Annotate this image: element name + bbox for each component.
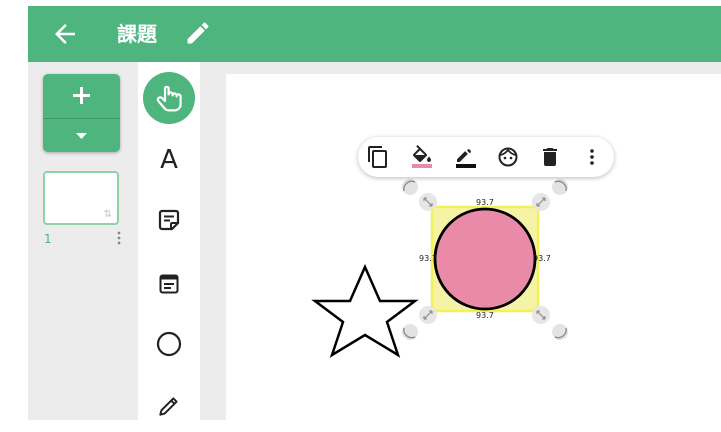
more-options-button[interactable] [580,145,604,169]
rotate-handle-top-right[interactable] [552,179,568,195]
trash-icon [543,148,557,166]
sticker-button[interactable] [496,145,520,169]
line-color-icon [456,149,476,168]
copy-icon [368,146,387,168]
fill-bucket-icon [412,145,432,168]
canvas-layer [311,179,568,358]
duplicate-button[interactable] [366,145,390,169]
height-label-left: 93.7 [419,254,437,263]
resize-handle-top-left[interactable] [419,193,437,211]
width-label-top: 93.7 [476,198,494,207]
fill-color-button[interactable] [410,145,434,169]
rotate-handle-top-left[interactable] [402,179,418,195]
star-shape[interactable] [311,263,419,358]
face-icon [498,147,518,167]
height-label-right: 93.7 [533,254,551,263]
rotate-handle-bottom-right[interactable] [552,324,568,340]
resize-handle-bottom-left[interactable] [419,306,437,324]
resize-handle-bottom-right[interactable] [532,306,550,324]
delete-button[interactable] [538,145,562,169]
app-window: 課題 ⇅ 1 A 93.7 93.7 93.7 93.7 [0,0,721,420]
rotate-handle-bottom-left[interactable] [402,324,418,340]
selected-circle-shape[interactable] [433,207,537,311]
stroke-color-button[interactable] [454,145,478,169]
more-vertical-icon [590,149,594,165]
resize-handle-top-right[interactable] [532,193,550,211]
shape-context-menu [358,137,614,177]
width-label-bottom: 93.7 [476,311,494,320]
